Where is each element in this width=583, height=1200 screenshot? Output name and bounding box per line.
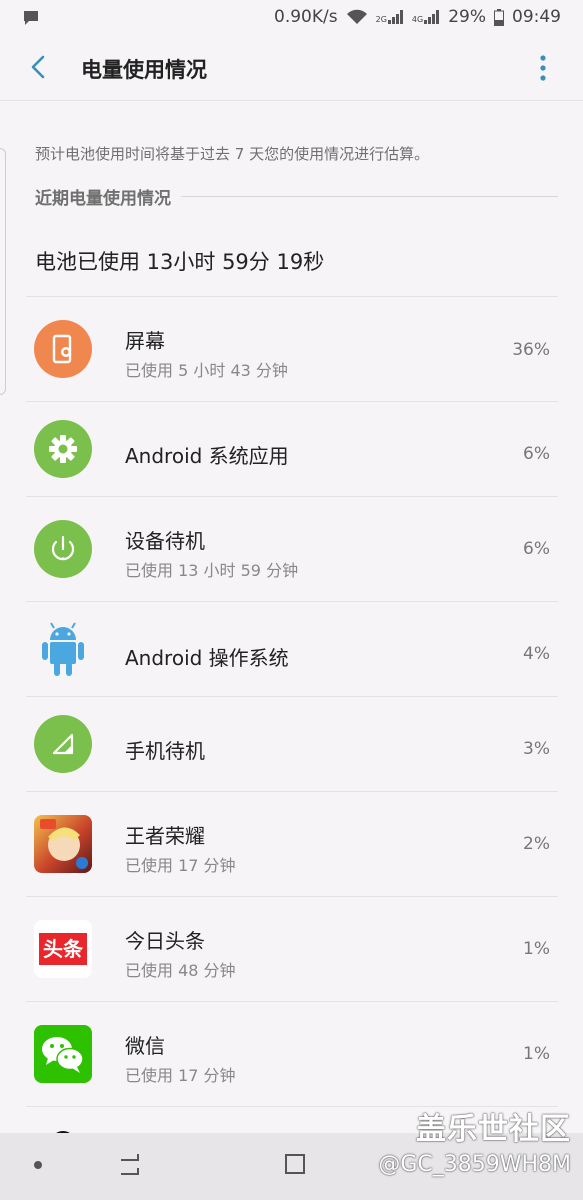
item-duration: 已使用 13 小时 59 分钟 [125,561,299,580]
list-item[interactable]: Android 系统应用 6% [26,401,558,496]
item-name: 设备待机 [125,529,205,553]
list-item[interactable]: 设备待机 已使用 13 小时 59 分钟 6% [26,496,558,601]
item-duration: 已使用 5 小时 43 分钟 [125,361,288,380]
signal-icon [34,715,92,773]
watermark-handle: @GC_3859WH8M [378,1152,571,1177]
item-name: 屏幕 [125,329,165,353]
network-speed: 0.90K/s [274,7,338,27]
power-icon [34,520,92,578]
item-name: 今日头条 [125,929,205,953]
item-percent: 36% [512,340,550,360]
game-app-icon [34,815,92,873]
item-percent: 3% [523,739,550,759]
item-percent: 4% [523,644,550,664]
item-duration: 已使用 17 分钟 [125,856,236,875]
more-vertical-icon [540,55,546,81]
recents-button[interactable] [118,1151,144,1181]
home-button[interactable] [282,1151,308,1181]
watermark-title: 盖乐世社区 [416,1112,571,1147]
clock: 09:49 [512,7,561,27]
nav-dot-icon[interactable] [34,1161,42,1169]
screen-icon [34,320,92,378]
wifi-icon [346,9,367,24]
list-item[interactable]: Android 操作系统 4% [26,601,558,696]
page-title: 电量使用情况 [81,58,207,82]
wechat-app-icon [34,1025,92,1083]
item-percent: 6% [523,444,550,464]
item-name: Android 操作系统 [125,646,289,670]
item-name: 手机待机 [125,739,205,763]
message-notification-icon [22,9,40,32]
section-divider [181,196,558,197]
chevron-left-icon [31,55,45,79]
battery-icon [494,8,504,26]
item-name: Android 系统应用 [125,444,289,468]
list-item[interactable]: 屏幕 已使用 5 小时 43 分钟 36% [26,296,558,401]
item-percent: 1% [523,1044,550,1064]
app-bar: 电量使用情况 [0,36,583,101]
more-options-button[interactable] [533,54,553,82]
toutiao-app-icon: 头条 [34,920,92,978]
item-duration: 已使用 48 分钟 [125,961,236,980]
home-icon [285,1154,305,1174]
toutiao-logo-text: 头条 [39,933,87,965]
edge-panel-handle[interactable] [0,148,6,395]
list-item[interactable]: 微信 已使用 17 分钟 1% [26,1001,558,1106]
estimate-note: 预计电池使用时间将基于过去 7 天您的使用情况进行估算。 [35,145,430,163]
usage-list: 屏幕 已使用 5 小时 43 分钟 36% Android 系统应用 6% 设备… [26,296,558,1157]
android-icon [34,620,92,678]
list-item[interactable]: 手机待机 3% [26,696,558,791]
recents-icon [121,1154,139,1175]
item-percent: 1% [523,939,550,959]
item-percent: 6% [523,539,550,559]
gear-icon [34,420,92,478]
battery-percent: 29% [448,7,486,27]
status-bar: 0.90K/s 2G 4G 29% 09:49 [0,0,583,36]
list-item[interactable]: 头条 今日头条 已使用 48 分钟 1% [26,896,558,1001]
item-duration: 已使用 17 分钟 [125,1066,236,1085]
list-item[interactable]: 王者荣耀 已使用 17 分钟 2% [26,791,558,896]
total-usage: 电池已使用 13小时 59分 19秒 [35,250,325,274]
watermark: 盖乐世社区 @GC_3859WH8M [378,1104,571,1177]
item-percent: 2% [523,834,550,854]
signal-4g-icon: 4G [412,10,440,24]
item-name: 王者荣耀 [125,824,205,848]
section-title: 近期电量使用情况 [35,189,171,209]
item-name: 微信 [125,1034,165,1058]
signal-2g-icon: 2G [376,10,404,24]
back-button[interactable] [24,52,54,82]
section-header: 近期电量使用情况 [35,184,558,209]
